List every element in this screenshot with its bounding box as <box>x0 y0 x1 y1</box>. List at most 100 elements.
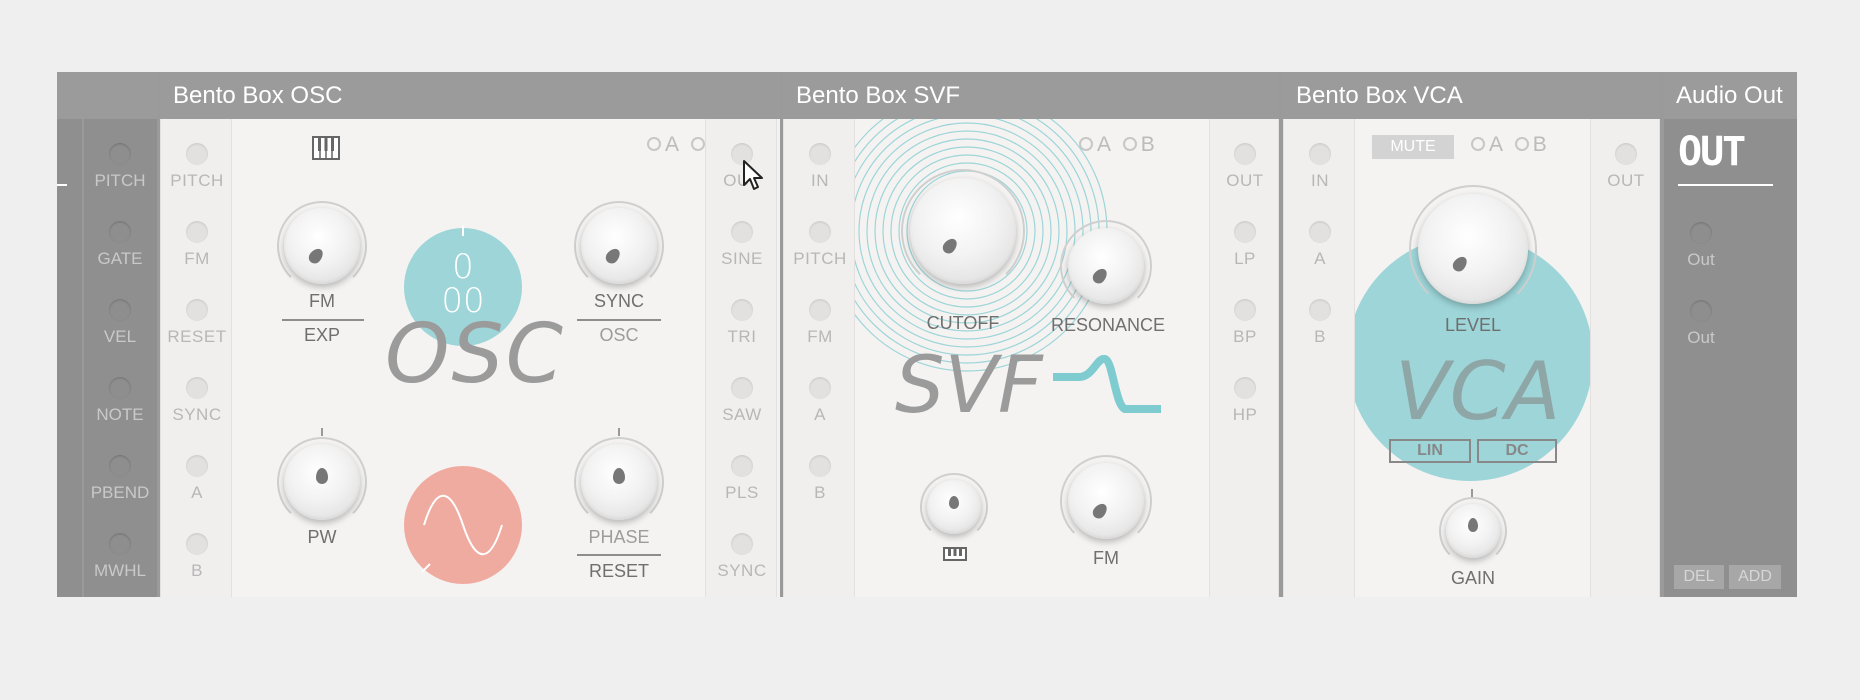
gain-knob[interactable] <box>1446 504 1500 558</box>
out-big-title: OUT <box>1678 129 1746 175</box>
add-button[interactable]: ADD <box>1729 565 1781 589</box>
jack-label: Out <box>1687 250 1715 269</box>
title-underline <box>1678 184 1773 186</box>
resonance-label: RESONANCE <box>1051 315 1165 335</box>
jack-svf-out[interactable] <box>1234 143 1256 165</box>
level-knob[interactable] <box>1418 194 1528 304</box>
jack-vca-out[interactable] <box>1615 143 1637 165</box>
knob-pointer <box>1090 266 1110 286</box>
phase-mode-label[interactable]: RESET <box>579 561 659 582</box>
radio-a-icon <box>647 136 661 151</box>
jack-osc-sync-out[interactable] <box>731 533 753 555</box>
jack-osc-b[interactable] <box>186 533 208 555</box>
fm-mode-label[interactable]: EXP <box>282 325 362 346</box>
module-title: Audio Out <box>1664 72 1797 119</box>
audio-out-module: Audio Out OUT Out Out DEL ADD <box>1664 72 1797 597</box>
left-rail: PITCH GATE VEL NOTE PBEND MWHL <box>57 119 157 597</box>
jack-osc-saw[interactable] <box>731 377 753 399</box>
jack-osc-reset[interactable] <box>186 299 208 321</box>
jack-pbend[interactable] <box>109 455 131 477</box>
jack-svf-fm[interactable] <box>809 299 831 321</box>
module-big-title: OSC <box>385 307 565 402</box>
delete-button[interactable]: DEL <box>1674 565 1724 589</box>
jack-osc-fm[interactable] <box>186 221 208 243</box>
jack-audio-out-2[interactable] <box>1690 300 1712 322</box>
keyboard-icon[interactable] <box>312 136 340 160</box>
jack-vel[interactable] <box>109 299 131 321</box>
sync-knob[interactable] <box>581 208 657 284</box>
jack-label: Out <box>1687 328 1715 347</box>
jack-label: PLS <box>725 483 759 502</box>
jack-svf-in[interactable] <box>809 143 831 165</box>
jack-svf-b[interactable] <box>809 455 831 477</box>
jack-osc-tri[interactable] <box>731 299 753 321</box>
fm-knob[interactable] <box>1068 463 1144 539</box>
dc-mode-button[interactable]: DC <box>1477 439 1557 463</box>
vca-inputs: IN A B <box>1283 119 1355 597</box>
mute-button[interactable]: MUTE <box>1372 135 1454 159</box>
knob-pointer <box>949 496 959 509</box>
jack-vca-b[interactable] <box>1309 299 1331 321</box>
module-big-title: VCA <box>1395 345 1561 438</box>
jack-pitch[interactable] <box>109 143 131 165</box>
osc-inputs: PITCH FM RESET SYNC A B <box>160 119 232 597</box>
audio-out-panel: OUT Out Out DEL ADD <box>1664 119 1797 597</box>
lowpass-curve-icon <box>1053 355 1161 413</box>
knob-tick <box>1471 489 1473 497</box>
fm-knob[interactable] <box>284 208 360 284</box>
knob-pointer <box>1450 254 1470 274</box>
jack-label: A <box>814 405 826 424</box>
jack-label: PBEND <box>90 483 150 502</box>
jack-label: MWHL <box>94 561 146 580</box>
keytrack-knob[interactable] <box>927 480 981 534</box>
waveform-display[interactable] <box>404 466 522 584</box>
lin-mode-button[interactable]: LIN <box>1389 439 1471 463</box>
jack-osc-pitch[interactable] <box>186 143 208 165</box>
jack-osc-sync[interactable] <box>186 377 208 399</box>
jack-label: GATE <box>97 249 143 268</box>
module-title: Bento Box VCA <box>1283 72 1660 119</box>
jack-label: SAW <box>722 405 762 424</box>
jack-note[interactable] <box>109 377 131 399</box>
knob-tick <box>321 428 323 436</box>
display-tick <box>462 226 464 236</box>
jack-label: B <box>814 483 826 502</box>
vca-outputs: OUT <box>1590 119 1660 597</box>
jack-label: IN <box>1311 171 1329 190</box>
jack-vca-a[interactable] <box>1309 221 1331 243</box>
vca-module: Bento Box VCA IN A B MUTE A B LEVEL VCA … <box>1283 72 1660 597</box>
jack-label: SINE <box>721 249 763 268</box>
ab-selector[interactable]: A B <box>1079 133 1155 157</box>
svf-inputs: IN PITCH FM A B <box>783 119 855 597</box>
jack-svf-bp[interactable] <box>1234 299 1256 321</box>
jack-svf-pitch[interactable] <box>809 221 831 243</box>
pw-label: PW <box>307 527 337 547</box>
resonance-knob[interactable] <box>1068 228 1144 304</box>
cutoff-knob[interactable] <box>910 178 1016 284</box>
jack-label: FM <box>807 327 833 346</box>
pw-knob[interactable] <box>284 444 360 520</box>
jack-mwhl[interactable] <box>109 533 131 555</box>
left-rail-header <box>57 72 157 119</box>
osc-module: Bento Box OSC PITCH FM RESET SYNC A B A … <box>160 72 780 597</box>
phase-knob[interactable] <box>581 444 657 520</box>
ab-label: A <box>1489 133 1504 156</box>
knob-pointer <box>1090 501 1110 521</box>
jack-label: PITCH <box>94 171 146 190</box>
ab-label: A <box>1097 133 1112 156</box>
jack-osc-a[interactable] <box>186 455 208 477</box>
jack-svf-hp[interactable] <box>1234 377 1256 399</box>
jack-audio-out-1[interactable] <box>1690 222 1712 244</box>
sine-wave-icon <box>421 494 503 573</box>
sync-label: SYNC <box>593 291 644 311</box>
mouse-cursor-icon <box>743 160 763 190</box>
jack-osc-pls[interactable] <box>731 455 753 477</box>
sync-mode-label[interactable]: OSC <box>579 325 659 346</box>
jack-vca-in[interactable] <box>1309 143 1331 165</box>
ab-selector[interactable]: A B <box>1471 133 1547 157</box>
jack-gate[interactable] <box>109 221 131 243</box>
jack-svf-lp[interactable] <box>1234 221 1256 243</box>
jack-osc-sine[interactable] <box>731 221 753 243</box>
radio-b-icon <box>1122 136 1137 151</box>
jack-svf-a[interactable] <box>809 377 831 399</box>
